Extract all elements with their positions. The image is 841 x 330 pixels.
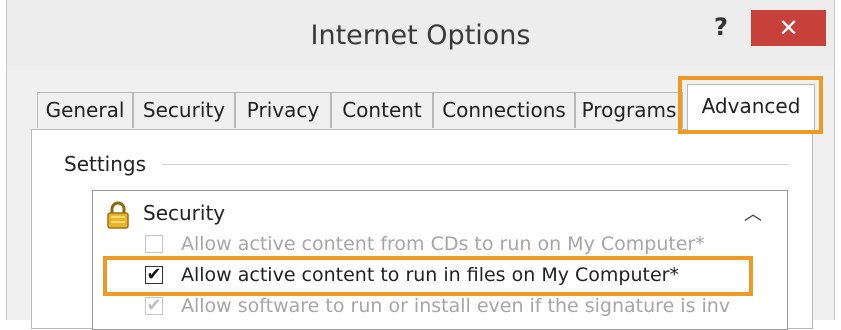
scroll-up-arrow[interactable]: ︿ (741, 203, 765, 227)
checkbox-active-content-cds[interactable] (145, 235, 163, 253)
highlight-setting-row (103, 256, 753, 296)
lock-icon (107, 201, 129, 229)
category-label: Security (143, 201, 226, 225)
tab-privacy[interactable]: Privacy (235, 92, 331, 128)
category-row-security: Security (93, 199, 743, 229)
setting-row-software-install[interactable]: ✔ Allow software to run or install even … (93, 293, 743, 323)
settings-group-label: Settings (64, 152, 157, 176)
setting-label: Allow software to run or install even if… (181, 295, 731, 317)
tab-content[interactable]: Content (331, 92, 433, 128)
advanced-panel: Settings Security ︿ Allow active content… (31, 129, 813, 330)
settings-divider (162, 164, 788, 165)
title-bar: Internet Options ? ✕ (7, 0, 834, 70)
tab-general[interactable]: General (37, 92, 133, 128)
tab-security[interactable]: Security (133, 92, 235, 128)
checkbox-software-install[interactable]: ✔ (145, 297, 163, 315)
help-button[interactable]: ? (701, 12, 741, 42)
close-button[interactable]: ✕ (751, 10, 826, 46)
highlight-advanced-tab (678, 76, 823, 134)
tab-programs[interactable]: Programs (575, 92, 683, 128)
tab-connections[interactable]: Connections (433, 92, 575, 128)
setting-label: Allow active content from CDs to run on … (181, 233, 705, 255)
